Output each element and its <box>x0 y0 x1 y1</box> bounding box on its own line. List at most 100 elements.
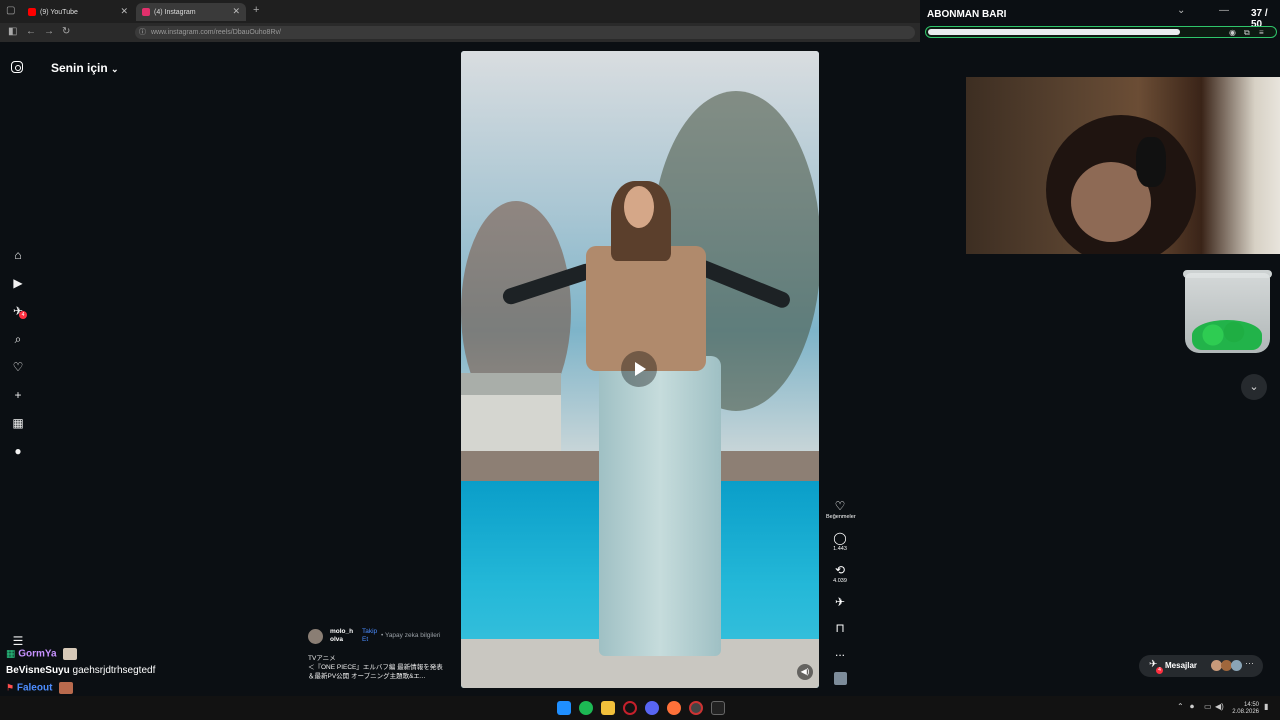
author-avatar[interactable] <box>308 629 323 644</box>
video-roof <box>461 373 561 395</box>
profile-icon[interactable]: ● <box>10 443 26 459</box>
reposts-count: 4.039 <box>833 578 847 584</box>
minimize-icon[interactable]: — <box>1219 5 1229 16</box>
windows-start-icon[interactable] <box>557 701 571 715</box>
subscription-progress-bar: ◉ ⧉ ≡ <box>925 26 1277 38</box>
more-icon: ... <box>834 645 845 659</box>
headphones-icon <box>1136 137 1166 187</box>
chat-username: BeVisneSuyu <box>6 665 70 676</box>
author-username[interactable]: molo_h olva <box>330 628 356 644</box>
menu-icon[interactable]: ≡ <box>1259 28 1264 37</box>
messages-pill-badge: 4 <box>1156 667 1163 674</box>
clock-time: 14:50 <box>1243 702 1259 708</box>
chevron-down-icon: ⌄ <box>111 64 119 74</box>
video-person-pants <box>599 356 721 656</box>
new-tab-button[interactable]: + <box>253 4 259 16</box>
ai-info-link[interactable]: • Yapay zeka bilgileri <box>381 632 440 639</box>
messages-pill[interactable]: ✈ 4 Mesajlar ⋯ <box>1139 655 1263 677</box>
heart-icon: ♡ <box>834 499 846 513</box>
chat-message: ⚑ Faleout <box>6 682 74 694</box>
repost-icon: ⟲ <box>834 563 846 577</box>
display-icon[interactable]: ▭ <box>1204 702 1212 711</box>
chat-emote-icon <box>63 648 78 660</box>
like-button[interactable]: ♡ Beğenmeler <box>826 499 856 520</box>
chat-emote-icon <box>59 682 74 694</box>
close-tab-icon[interactable]: ✕ <box>232 6 240 17</box>
reload-icon[interactable]: ↻ <box>62 26 70 37</box>
feed-selector[interactable]: Senin için ⌄ <box>51 61 119 75</box>
more-icon: ⋯ <box>1245 658 1254 668</box>
tab-label: (4) Instagram <box>154 8 196 16</box>
terminal-icon[interactable] <box>711 701 725 715</box>
tab-actions-icon[interactable]: ▢ <box>6 5 15 16</box>
audio-thumbnail[interactable] <box>834 672 847 685</box>
chat-message: BeVisneSuyu gaehsrjdtrhsegtedf <box>6 665 155 676</box>
address-bar-row: ◧ ← → ↻ ⓘ www.instagram.com/reels/DbauOu… <box>0 23 920 42</box>
taskbar: ⌃ ⏺ ▭ ◀) ▮ <box>0 696 1280 720</box>
reel-video[interactable]: ◀) <box>461 51 819 688</box>
tray-arrow-icon[interactable]: ⌃ <box>1177 702 1184 711</box>
more-options-button[interactable]: ... <box>826 645 854 659</box>
share-icon: ✈ <box>834 595 846 609</box>
spotify-icon[interactable] <box>579 701 593 715</box>
save-button[interactable]: ⊓ <box>826 621 854 635</box>
likes-label: Beğenmeler <box>826 514 856 520</box>
bookmark-icon: ⊓ <box>835 621 845 635</box>
reels-icon[interactable]: ▶ <box>10 275 26 291</box>
messages-label: Mesajlar <box>1165 661 1198 670</box>
url-field[interactable]: ⓘ www.instagram.com/reels/DbauOuho8Rv/ <box>135 26 915 39</box>
messages-badge: 4 <box>19 311 27 319</box>
firefox-icon[interactable] <box>667 701 681 715</box>
volume-icon[interactable]: ◀) <box>1215 702 1224 711</box>
notification-icon[interactable]: ▮ <box>1264 702 1268 711</box>
progress-fill <box>928 29 1180 35</box>
site-info-icon[interactable]: ⓘ <box>139 26 146 39</box>
url-text: www.instagram.com/reels/DbauOuho8Rv/ <box>151 29 281 36</box>
opera-icon[interactable] <box>623 701 637 715</box>
forward-icon[interactable]: → <box>44 26 54 37</box>
chat-badge-icon: ▦ <box>6 648 16 660</box>
share-button[interactable]: ✈ <box>826 595 854 609</box>
mute-icon[interactable]: ◀) <box>797 664 813 680</box>
video-person-face <box>624 186 654 228</box>
notifications-heart-icon[interactable]: ♡ <box>10 359 26 375</box>
webcam-feed <box>966 77 1280 254</box>
comment-icon: ◯ <box>833 531 847 545</box>
mic-icon[interactable]: ⏺ <box>1190 702 1194 712</box>
browser-tab-bar: ▢ (9) YouTube ✕ (4) Instagram ✕ + <box>0 0 920 23</box>
repost-button[interactable]: ⟲ 4.039 <box>826 563 854 584</box>
tab-instagram[interactable]: (4) Instagram ✕ <box>136 3 246 21</box>
chat-text: gaehsrjdtrhsegtedf <box>72 665 156 676</box>
play-button[interactable] <box>621 351 657 387</box>
tab-youtube[interactable]: (9) YouTube ✕ <box>22 3 134 21</box>
file-explorer-icon[interactable] <box>601 701 615 715</box>
subscription-bar-title: ABONMAN BARI <box>927 9 1007 20</box>
reel-caption[interactable]: TVアニメ ＜『ONE PIECE』エルバフ編 最新情報を発表＆最新PV公開 オ… <box>308 654 448 681</box>
next-reel-button[interactable]: ⌄ <box>1241 374 1267 400</box>
avatar <box>1231 660 1242 671</box>
discord-icon[interactable] <box>645 701 659 715</box>
account-icon[interactable]: ◉ <box>1229 28 1236 37</box>
comment-button[interactable]: ◯ 1.443 <box>826 531 854 552</box>
chat-username: GormYa <box>18 648 57 660</box>
home-icon[interactable]: ⌂ <box>10 247 26 263</box>
comments-count: 1.443 <box>833 546 847 552</box>
feed-label: Senin için <box>51 61 108 75</box>
dashboard-icon[interactable]: ▦ <box>10 415 26 431</box>
extension-icon[interactable]: ⧉ <box>1244 28 1250 38</box>
taskbar-clock[interactable]: 14:50 2.08.2026 <box>1229 702 1259 716</box>
more-menu-icon[interactable]: ☰ <box>10 633 26 649</box>
tab-label: (9) YouTube <box>40 8 78 16</box>
search-icon[interactable]: ⌕ <box>10 331 26 347</box>
gems-icon <box>1192 320 1262 350</box>
sidebar-toggle-icon[interactable]: ◧ <box>8 26 17 37</box>
create-plus-icon[interactable]: + <box>10 387 26 403</box>
instagram-logo-icon[interactable] <box>11 61 23 73</box>
clock-date: 2.08.2026 <box>1232 709 1259 715</box>
chevron-down-icon[interactable]: ⌄ <box>1177 5 1185 16</box>
youtube-favicon-icon <box>28 8 36 16</box>
obs-icon[interactable] <box>689 701 703 715</box>
follow-button[interactable]: Takip Et <box>362 628 380 644</box>
close-tab-icon[interactable]: ✕ <box>120 6 128 17</box>
back-icon[interactable]: ← <box>26 26 36 37</box>
